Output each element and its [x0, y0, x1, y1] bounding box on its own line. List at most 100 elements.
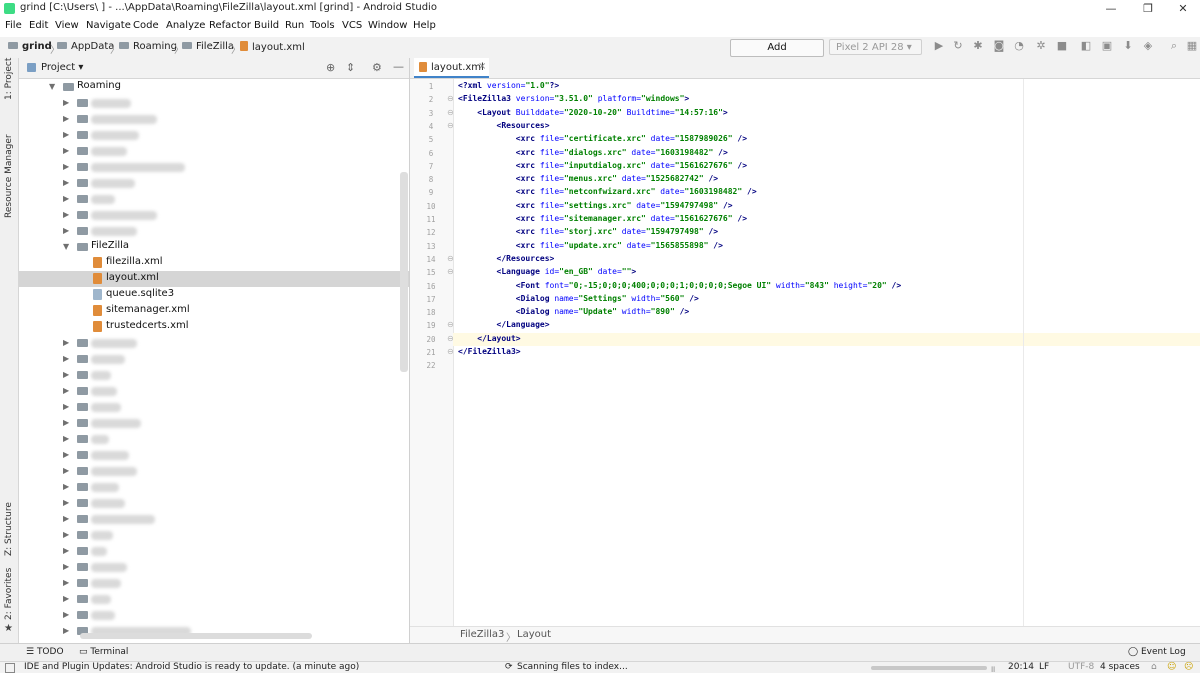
code-line[interactable]: <xrc file="netconfwizard.xrc" date="1603… [458, 187, 757, 196]
tree-row-folder[interactable]: ▶ [19, 223, 409, 239]
debug-icon[interactable]: ✱ [972, 40, 984, 52]
menu-help[interactable]: Help [413, 20, 436, 31]
tree-row-folder[interactable]: ▶ [19, 591, 409, 607]
smiley-icon[interactable]: ☺ [1167, 662, 1176, 672]
todo-tab[interactable]: ☰ TODO [26, 647, 64, 657]
code-line[interactable]: <FileZilla3 version="3.51.0" platform="w… [458, 94, 689, 103]
file-encoding[interactable]: UTF-8 [1068, 662, 1094, 672]
tree-row-folder[interactable]: ▶ [19, 335, 409, 351]
code-line[interactable]: <?xml version="1.0"?> [458, 81, 559, 90]
tree-file-sitemanager-xml[interactable]: sitemanager.xml [19, 303, 409, 319]
tree-row-folder[interactable]: ▶ [19, 159, 409, 175]
tree-row-folder[interactable]: ▶ [19, 447, 409, 463]
tree-row-folder[interactable]: ▶ [19, 95, 409, 111]
tree-row-folder[interactable]: ▶ [19, 431, 409, 447]
tree-file-trustedcerts-xml[interactable]: trustedcerts.xml [19, 319, 409, 335]
code-line[interactable]: <xrc file="inputdialog.xrc" date="156162… [458, 161, 747, 170]
coverage-icon[interactable]: ◙ [993, 40, 1005, 52]
tree-row-folder[interactable]: ▶ [19, 607, 409, 623]
tree-file-queue-sqlite3[interactable]: queue.sqlite3 [19, 287, 409, 303]
tree-row-folder[interactable]: ▶ [19, 143, 409, 159]
close-tab-icon[interactable]: × [478, 61, 486, 72]
search-icon[interactable]: ⌕ [1168, 40, 1180, 52]
tree-row-folder[interactable]: ▶ [19, 111, 409, 127]
code-line[interactable]: </Resources> [458, 254, 555, 263]
breadcrumb-roaming[interactable]: Roaming [119, 41, 177, 52]
menu-view[interactable]: View [55, 20, 79, 31]
sync-gradle-icon[interactable]: ◧ [1080, 40, 1092, 52]
fold-marker-icon[interactable]: ⊖ [447, 347, 454, 356]
line-separator[interactable]: LF [1039, 662, 1049, 672]
feedback-icon[interactable]: ☹ [1184, 662, 1193, 672]
structure-tab[interactable]: Z: Structure [4, 502, 14, 556]
code-line[interactable]: <xrc file="menus.xrc" date="1525682742" … [458, 174, 718, 183]
avd-manager-icon[interactable]: ▣ [1101, 40, 1113, 52]
menu-file[interactable]: File [5, 20, 22, 31]
tree-row-folder[interactable]: ▶ [19, 367, 409, 383]
pause-icon[interactable]: ॥ [990, 662, 995, 675]
code-line[interactable]: <xrc file="sitemanager.xrc" date="156162… [458, 214, 747, 223]
device-selector[interactable]: Pixel 2 API 28 ▾ [829, 39, 922, 55]
tree-row-folder[interactable]: ▶ [19, 175, 409, 191]
menu-tools[interactable]: Tools [310, 20, 335, 31]
tree-row-folder[interactable]: ▶ [19, 351, 409, 367]
editor-breadcrumb-filezilla3[interactable]: FileZilla3 [460, 629, 504, 640]
project-view-selector[interactable]: Project ▾ [41, 62, 83, 73]
menu-code[interactable]: Code [133, 20, 159, 31]
event-log-tab[interactable]: ◯ Event Log [1128, 647, 1186, 657]
tree-file-layout-xml-selected[interactable]: layout.xml [19, 271, 409, 287]
stop-icon[interactable]: ■ [1056, 40, 1068, 52]
sdk-manager-icon[interactable]: ⬇ [1122, 40, 1134, 52]
indexing-status[interactable]: Scanning files to index... [517, 662, 628, 672]
gear-icon[interactable]: ⚙ [372, 61, 382, 74]
menu-vcs[interactable]: VCS [342, 20, 362, 31]
run-icon[interactable]: ▶ [933, 40, 945, 52]
layout-inspector-icon[interactable]: ◈ [1142, 40, 1154, 52]
tree-row-folder[interactable]: ▶ [19, 191, 409, 207]
code-line[interactable]: <Layout Builddate="2020-10-20" Buildtime… [458, 108, 727, 117]
tree-horizontal-scrollbar[interactable] [80, 633, 312, 639]
hide-panel-icon[interactable]: — [393, 60, 404, 73]
breadcrumb-layout-xml[interactable]: layout.xml [240, 41, 305, 53]
close-button[interactable]: ✕ [1163, 0, 1200, 18]
collapse-all-icon[interactable]: ⇕ [346, 61, 355, 74]
attach-debugger-icon[interactable]: ✲ [1035, 40, 1047, 52]
tree-row-folder[interactable]: ▶ [19, 207, 409, 223]
fold-marker-icon[interactable]: ⊖ [447, 121, 454, 130]
menu-analyze[interactable]: Analyze [166, 20, 205, 31]
tree-row-filezilla[interactable]: ▼ FileZilla [19, 239, 409, 255]
menu-run[interactable]: Run [285, 20, 304, 31]
tree-file-filezilla-xml[interactable]: filezilla.xml [19, 255, 409, 271]
apply-changes-icon[interactable]: ↻ [952, 40, 964, 52]
code-line[interactable]: <Language id="en_GB" date=""> [458, 267, 637, 276]
add-configuration-button[interactable]: Add Configuration... [730, 39, 824, 69]
breadcrumb-appdata[interactable]: AppData [57, 41, 114, 52]
code-line[interactable]: <xrc file="update.xrc" date="1565855898"… [458, 241, 723, 250]
tree-row-folder[interactable]: ▶ [19, 415, 409, 431]
fold-marker-icon[interactable]: ⊖ [447, 334, 454, 343]
tree-vertical-scrollbar[interactable] [400, 172, 408, 372]
tree-row-folder[interactable]: ▶ [19, 127, 409, 143]
code-line[interactable]: <Dialog name="Settings" width="560" /> [458, 294, 699, 303]
code-line[interactable]: <xrc file="storj.xrc" date="1594797498" … [458, 227, 718, 236]
code-line[interactable]: <Resources> [458, 121, 550, 130]
fold-marker-icon[interactable]: ⊖ [447, 254, 454, 263]
tree-row-folder[interactable]: ▶ [19, 479, 409, 495]
menu-build[interactable]: Build [254, 20, 279, 31]
menu-edit[interactable]: Edit [29, 20, 48, 31]
menu-navigate[interactable]: Navigate [86, 20, 131, 31]
fold-marker-icon[interactable]: ⊖ [447, 267, 454, 276]
resource-manager-tab[interactable]: Resource Manager [4, 134, 14, 218]
code-line[interactable]: <xrc file="settings.xrc" date="159479749… [458, 201, 733, 210]
code-line[interactable]: </Language> [458, 320, 550, 329]
minimize-button[interactable]: — [1091, 0, 1131, 18]
status-message[interactable]: IDE and Plugin Updates: Android Studio i… [24, 662, 359, 672]
project-tool-tab[interactable]: 1: Project [4, 58, 14, 100]
caret-position[interactable]: 20:14 [1008, 662, 1034, 672]
fold-marker-icon[interactable]: ⊖ [447, 320, 454, 329]
tree-row-folder[interactable]: ▶ [19, 511, 409, 527]
breadcrumb-grind[interactable]: grind [8, 41, 52, 52]
tree-row-folder[interactable]: ▶ [19, 527, 409, 543]
tree-row-folder[interactable]: ▶ [19, 383, 409, 399]
terminal-tab[interactable]: ▭ Terminal [79, 647, 128, 657]
